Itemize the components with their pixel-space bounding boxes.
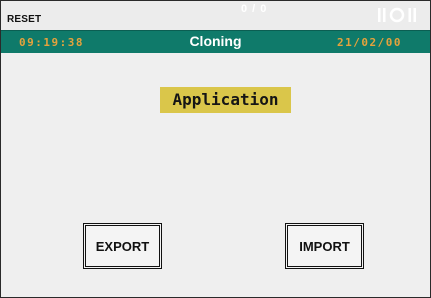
export-button[interactable]: EXPORT (83, 223, 162, 269)
network-status-icon (378, 7, 416, 23)
import-button-label: IMPORT (299, 238, 350, 254)
top-status-bar: RESET 0 / 0 (1, 1, 430, 30)
title-bar: 09:19:38 Cloning 21/02/00 (1, 30, 430, 53)
import-button[interactable]: IMPORT (285, 223, 364, 269)
export-button-label: EXPORT (95, 238, 150, 254)
clock-date: 21/02/00 (337, 36, 402, 49)
section-label: Application (160, 87, 291, 113)
reset-button[interactable]: RESET (7, 14, 41, 25)
io-status-indicator: 0 / 0 (241, 3, 268, 15)
hmi-screen: RESET 0 / 0 09:19:38 Cloning 21/02/00 Ap… (0, 0, 431, 298)
